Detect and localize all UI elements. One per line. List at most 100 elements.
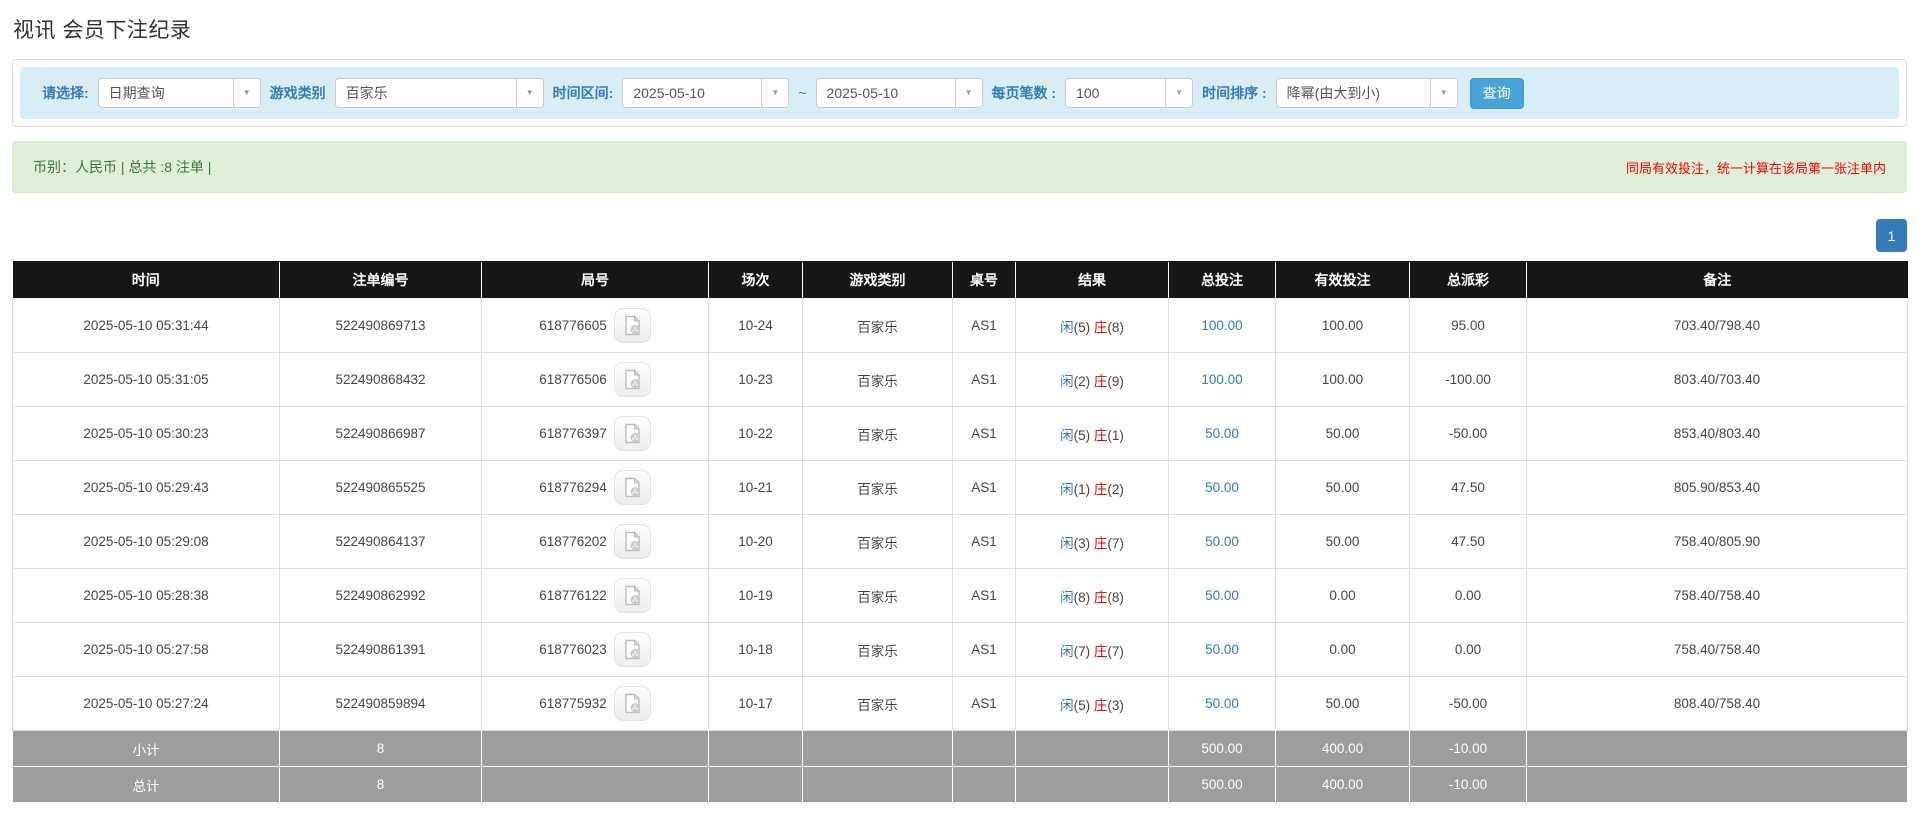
remark-cell: 703.40/798.40 bbox=[1527, 299, 1908, 353]
date-to-value: 2025-05-10 bbox=[817, 85, 955, 101]
video-replay-button[interactable] bbox=[614, 632, 651, 667]
result-cell: 闲(5) 庄(1) bbox=[1016, 407, 1169, 461]
table-row: 2025-05-10 05:28:38522490862992 618776122… bbox=[13, 569, 1908, 623]
summary-count-cell: 8 bbox=[280, 731, 482, 767]
column-header-result: 结果 bbox=[1016, 262, 1169, 299]
empty-cell bbox=[953, 731, 1016, 767]
column-header-total_bet: 总投注 bbox=[1169, 262, 1276, 299]
video-replay-button[interactable] bbox=[614, 578, 651, 613]
player-result-score: (7) bbox=[1074, 644, 1094, 659]
table-row: 2025-05-10 05:30:23522490866987618776397… bbox=[13, 407, 1908, 461]
banker-result-score: (8) bbox=[1107, 590, 1124, 605]
time-cell: 2025-05-10 05:27:58 bbox=[13, 623, 280, 677]
time-cell: 2025-05-10 05:29:08 bbox=[13, 515, 280, 569]
empty-cell bbox=[1016, 767, 1169, 803]
banker-result-score: (9) bbox=[1107, 374, 1124, 389]
date-from-select[interactable]: 2025-05-10 ▼ bbox=[622, 78, 789, 108]
total-bet-cell: 100.00 bbox=[1169, 353, 1276, 407]
player-result-label: 闲 bbox=[1060, 698, 1074, 713]
result-cell: 闲(2) 庄(9) bbox=[1016, 353, 1169, 407]
table-no-cell: AS1 bbox=[953, 569, 1016, 623]
total-bet-link[interactable]: 50.00 bbox=[1205, 696, 1239, 711]
column-header-valid_bet: 有效投注 bbox=[1276, 262, 1410, 299]
player-result-score: (5) bbox=[1074, 320, 1094, 335]
video-replay-button[interactable] bbox=[614, 686, 651, 721]
video-replay-icon bbox=[622, 585, 643, 606]
date-from-value: 2025-05-10 bbox=[623, 85, 761, 101]
date-to-select[interactable]: 2025-05-10 ▼ bbox=[816, 78, 983, 108]
valid-bet-cell: 0.00 bbox=[1276, 569, 1410, 623]
payout-cell: 0.00 bbox=[1410, 623, 1527, 677]
empty-cell bbox=[953, 767, 1016, 803]
round-cell: 618776202 bbox=[482, 515, 709, 569]
total-bet-link[interactable]: 50.00 bbox=[1205, 642, 1239, 657]
table-row: 2025-05-10 05:29:43522490865525618776294… bbox=[13, 461, 1908, 515]
video-replay-button[interactable] bbox=[614, 308, 651, 343]
bet-id-cell: 522490864137 bbox=[280, 515, 482, 569]
remark-cell: 758.40/758.40 bbox=[1527, 569, 1908, 623]
empty-cell bbox=[709, 731, 803, 767]
bet-id-cell: 522490862992 bbox=[280, 569, 482, 623]
result-cell: 闲(7) 庄(7) bbox=[1016, 623, 1169, 677]
column-header-time: 时间 bbox=[13, 262, 280, 299]
time-cell: 2025-05-10 05:28:38 bbox=[13, 569, 280, 623]
total-bet-link[interactable]: 100.00 bbox=[1201, 318, 1242, 333]
table-no-cell: AS1 bbox=[953, 623, 1016, 677]
total-bet-cell: 50.00 bbox=[1169, 623, 1276, 677]
banker-result-label: 庄 bbox=[1094, 536, 1108, 551]
page-size-label: 每页笔数 : bbox=[992, 83, 1057, 103]
time-sort-select[interactable]: 降幂(由大到小) ▼ bbox=[1276, 78, 1458, 108]
round-number: 618776202 bbox=[539, 534, 607, 549]
round-cell-inner: 618776122 bbox=[482, 578, 708, 613]
column-header-payout: 总派彩 bbox=[1410, 262, 1527, 299]
subtotal-row: 小计8500.00400.00-10.00 bbox=[13, 731, 1908, 767]
video-replay-button[interactable] bbox=[614, 524, 651, 559]
total-bet-cell: 50.00 bbox=[1169, 461, 1276, 515]
remark-cell: 758.40/805.90 bbox=[1527, 515, 1908, 569]
session-cell: 10-19 bbox=[709, 569, 803, 623]
search-button[interactable]: 查询 bbox=[1470, 78, 1524, 109]
total-bet-link[interactable]: 100.00 bbox=[1201, 372, 1242, 387]
column-header-game_type: 游戏类别 bbox=[803, 262, 953, 299]
query-type-label: 请选择: bbox=[42, 83, 89, 103]
currency-summary-text: 币别：人民币 | 总共 :8 注单 | bbox=[33, 157, 211, 177]
page-button-1[interactable]: 1 bbox=[1876, 219, 1907, 252]
total-bet-link[interactable]: 50.00 bbox=[1205, 426, 1239, 441]
valid-bet-cell: 50.00 bbox=[1276, 515, 1410, 569]
video-replay-button[interactable] bbox=[614, 362, 651, 397]
bet-id-cell: 522490859894 bbox=[280, 677, 482, 731]
summary-valid-bet-cell: 400.00 bbox=[1276, 767, 1410, 803]
video-replay-button[interactable] bbox=[614, 416, 651, 451]
total-bet-cell: 50.00 bbox=[1169, 515, 1276, 569]
summary-valid-bet-cell: 400.00 bbox=[1276, 731, 1410, 767]
time-cell: 2025-05-10 05:30:23 bbox=[13, 407, 280, 461]
video-replay-icon bbox=[622, 369, 643, 390]
video-replay-button[interactable] bbox=[614, 470, 651, 505]
page-size-select[interactable]: 100 ▼ bbox=[1065, 78, 1193, 108]
session-cell: 10-24 bbox=[709, 299, 803, 353]
total-bet-link[interactable]: 50.00 bbox=[1205, 480, 1239, 495]
bet-id-cell: 522490869713 bbox=[280, 299, 482, 353]
banker-result-score: (1) bbox=[1107, 428, 1124, 443]
total-bet-link[interactable]: 50.00 bbox=[1205, 534, 1239, 549]
caret-box: ▼ bbox=[955, 79, 982, 107]
page-title: 视讯 会员下注纪录 bbox=[13, 14, 1919, 44]
table-row: 2025-05-10 05:27:58522490861391618776023… bbox=[13, 623, 1908, 677]
round-number: 618776506 bbox=[539, 372, 607, 387]
round-number: 618776122 bbox=[539, 588, 607, 603]
result-cell: 闲(5) 庄(3) bbox=[1016, 677, 1169, 731]
round-cell-inner: 618776506 bbox=[482, 362, 708, 397]
game-category-select[interactable]: 百家乐 ▼ bbox=[335, 78, 544, 108]
query-type-select[interactable]: 日期查询 ▼ bbox=[98, 78, 261, 108]
player-result-score: (5) bbox=[1074, 698, 1094, 713]
summary-bar: 币别：人民币 | 总共 :8 注单 | 同局有效投注，统一计算在该局第一张注单内 bbox=[12, 141, 1907, 193]
banker-result-score: (7) bbox=[1107, 536, 1124, 551]
summary-label-cell: 小计 bbox=[13, 731, 280, 767]
player-result-score: (8) bbox=[1074, 590, 1094, 605]
round-cell-inner: 618776397 bbox=[482, 416, 708, 451]
time-sort-value: 降幂(由大到小) bbox=[1277, 83, 1430, 103]
total-bet-link[interactable]: 50.00 bbox=[1205, 588, 1239, 603]
bet-id-cell: 522490861391 bbox=[280, 623, 482, 677]
page-size-value: 100 bbox=[1066, 85, 1165, 101]
total-bet-cell: 50.00 bbox=[1169, 569, 1276, 623]
